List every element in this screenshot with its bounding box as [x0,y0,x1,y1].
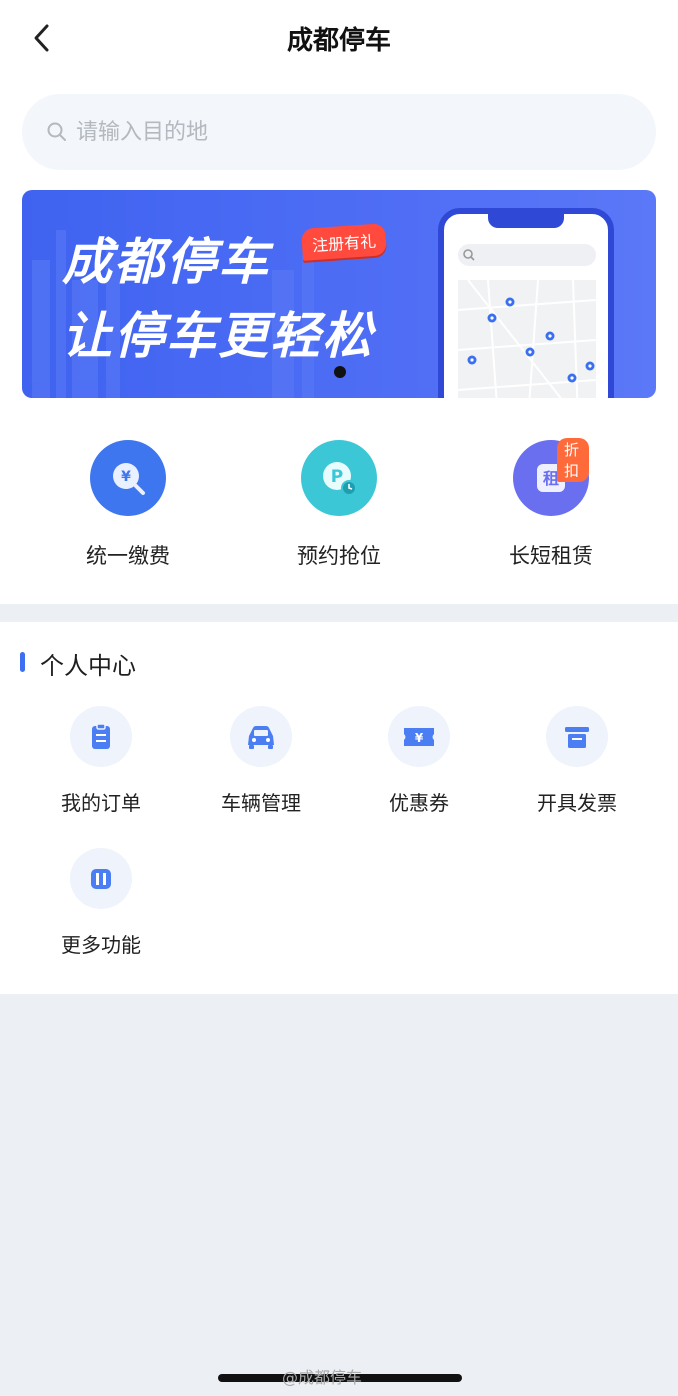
quick-action-label: 长短租赁 [509,544,593,568]
grid-item-label: 开具发票 [537,791,617,815]
section-title: 个人中心 [40,652,136,680]
search-icon [463,249,475,261]
quick-action-rental[interactable]: 租 折扣 长短租赁 [471,438,631,580]
grid-item-label: 优惠券 [389,791,449,815]
grid-item-label: 更多功能 [61,933,141,957]
banner-subheadline: 让停车更轻松 [62,307,374,365]
svg-text:¥: ¥ [415,731,424,745]
grid-item-invoice[interactable]: 开具发票 [502,706,652,816]
quick-action-reserve-spot[interactable]: P 预约抢位 [259,440,419,580]
grid-item-coupons[interactable]: ¥ 优惠券 [344,706,494,816]
watermark: @成都停车 [282,1368,363,1387]
map-illustration [458,280,596,398]
quick-action-label: 统一缴费 [86,544,170,568]
rent-icon: 租 折扣 [513,438,589,516]
personal-center-section: 个人中心 我的订单 车辆管理 ¥ 优惠券 开具发票 更多功能 [0,622,678,994]
parking-clock-icon: P [301,440,377,516]
navbar: 成都停车 [0,0,678,78]
phone-search-illustration [458,244,596,266]
main-panel: 成都停车 成都停车 注册有礼 让停车更轻松 [0,0,678,604]
phone-illustration [438,208,614,398]
svg-text:P: P [331,467,343,487]
grid-item-label: 我的订单 [61,791,141,815]
promo-banner[interactable]: 成都停车 注册有礼 让停车更轻松 [22,190,656,398]
parking-clock-glyph: P [323,462,357,496]
carousel-indicator[interactable] [334,366,346,378]
coupon-icon: ¥ [388,706,450,767]
yuan-search-glyph: ¥ [113,463,145,495]
discount-tag: 折扣 [557,438,589,482]
order-icon [70,706,132,767]
search-icon [47,122,66,141]
grid-item-label: 车辆管理 [221,791,301,815]
page-title: 成都停车 [286,26,391,56]
phone-notch [488,214,564,228]
more-icon [70,848,132,909]
car-icon [230,706,292,767]
grid-item-vehicle-management[interactable]: 车辆管理 [186,706,336,816]
section-accent-bar [20,652,25,672]
grid-item-my-orders[interactable]: 我的订单 [26,706,176,816]
quick-actions: ¥ 统一缴费 P 预约抢位 租 折扣 长短租赁 [0,438,678,580]
banner-headline: 成都停车 [62,233,270,291]
search-input[interactable] [76,119,596,145]
yuan-search-icon: ¥ [90,440,166,516]
invoice-icon [546,706,608,767]
quick-action-unified-payment[interactable]: ¥ 统一缴费 [48,440,208,580]
banner-badge: 注册有礼 [300,223,388,261]
search-bar[interactable] [22,94,656,170]
quick-action-label: 预约抢位 [297,544,381,568]
svg-text:¥: ¥ [121,469,131,485]
grid-item-more[interactable]: 更多功能 [26,848,176,958]
